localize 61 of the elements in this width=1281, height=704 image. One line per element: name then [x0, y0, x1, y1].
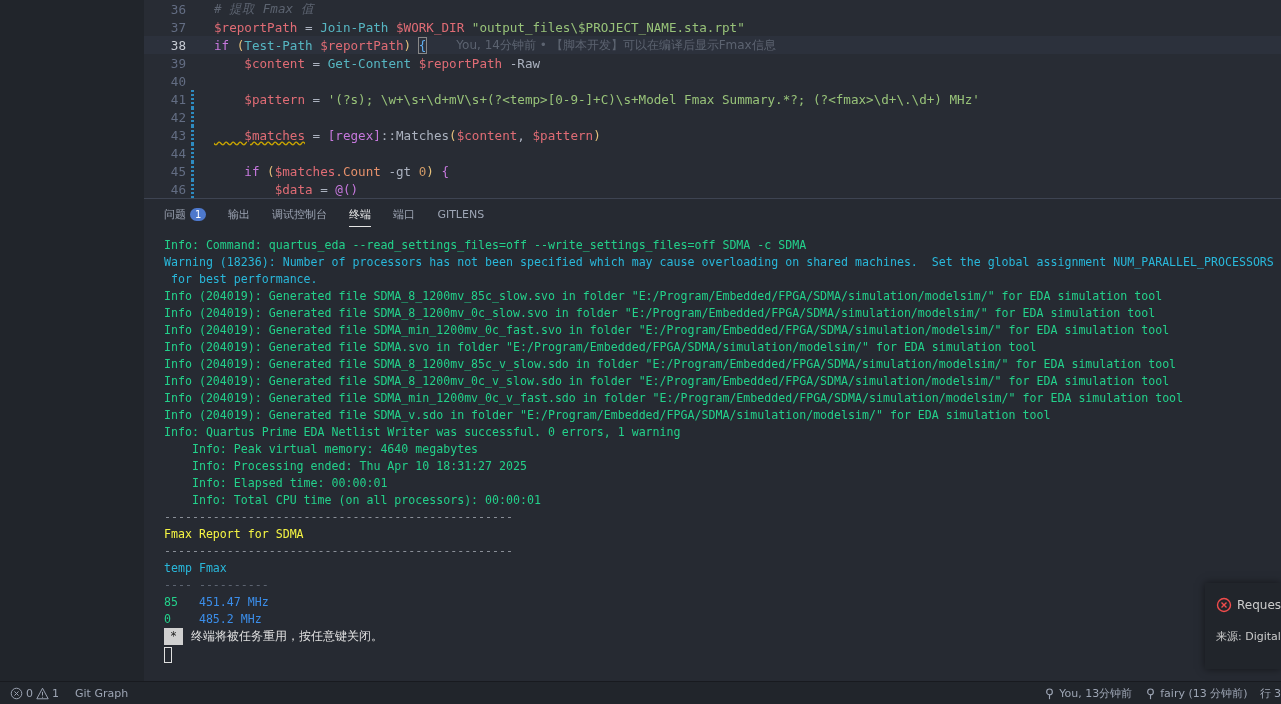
terminal-line: Info: Peak virtual memory: 4640 megabytes: [190, 441, 479, 458]
line-number: 46: [169, 181, 186, 197]
terminal-line: Info: Quartus Prime EDA Netlist Writer was successful. 0 errors, 1 warning: [164, 424, 681, 441]
terminal-line: Warning (18236): Number of processors has not been specified which may cause overloading on shared machines. Set the global assignment NUM_PARALLEL_PROCESSORS: [164, 254, 1274, 271]
code-line: if (Test-Path $reportPath) {: [214, 37, 427, 53]
panel-tab[interactable]: 端口: [393, 207, 416, 227]
warning-icon: [36, 686, 49, 700]
code-line: $pattern = '(?s); \w+\s+\d+mV\s+(?<temp>[0-9-]+C)\s+Model Fmax Summary.*?; (?<fmax>\d+\.\d+) MHz': [243, 91, 980, 107]
cursor-position[interactable]: 行 3: [1253, 685, 1281, 701]
terminal-line: Info: Command: quartus_eda --read_settings_files=off --write_settings_files=off SDMA -c SDMA: [164, 237, 807, 254]
terminal-line: for best performance.: [169, 271, 318, 288]
terminal-line: ---- ----------: [164, 577, 269, 594]
count-badge: 1: [190, 208, 207, 221]
terminal-line: Info: Total CPU time (on all processors): 00:00:01: [190, 492, 541, 509]
code-line: $matches = [regex]::Matches($content, $pattern): [243, 127, 601, 143]
task-marker: *: [164, 628, 183, 645]
line-number: 45: [169, 163, 186, 179]
panel-tab[interactable]: 问题 1: [164, 207, 207, 227]
terminal-line: Info: Processing ended: Thu Apr 10 18:31:27 2025: [190, 458, 527, 475]
terminal-line: 0 485.2 MHz: [164, 611, 262, 628]
notification-source: 来源: Digital: [1216, 629, 1281, 644]
terminal-line: Info (204019): Generated file SDMA_8_1200mv_85c_slow.svo in folder "E:/Program/Embedded/FPGA/SDMA/simulation/modelsim/" for EDA simulation tool: [164, 288, 1163, 305]
terminal-line: Info (204019): Generated file SDMA_min_1200mv_0c_v_fast.sdo in folder "E:/Program/Embedded/FPGA/SDMA/simulation/modelsim/" for EDA simulation tool: [164, 390, 1184, 407]
terminal-cursor: [164, 647, 172, 663]
line-number: 38: [169, 37, 186, 53]
line-number: 40: [169, 73, 186, 89]
code-line: $reportPath = Join-Path $WORK_DIR "output_files\$PROJECT_NAME.sta.rpt": [214, 19, 745, 35]
terminal-line: Info (204019): Generated file SDMA.svo in folder "E:/Program/Embedded/FPGA/SDMA/simulation/modelsim/" for EDA simulation tool: [164, 339, 1037, 356]
panel-tab[interactable]: 输出: [228, 207, 251, 227]
terminal-line: Fmax Report for SDMA: [164, 526, 304, 543]
terminal-line: Info: Elapsed time: 00:00:01: [190, 475, 388, 492]
code-line: $data = @(): [273, 181, 359, 197]
line-number: 39: [169, 55, 186, 71]
line-number: 37: [169, 19, 186, 35]
terminal-line: temp Fmax: [164, 560, 227, 577]
problems-status[interactable]: 0 1: [4, 686, 65, 700]
blame-status[interactable]: You, 13分钟前: [1037, 685, 1139, 701]
line-number: 41: [169, 91, 186, 107]
panel-tab[interactable]: 调试控制台: [272, 207, 328, 227]
terminal-line: 85 451.47 MHz: [164, 594, 269, 611]
code-line: if ($matches.Count -gt 0) {: [243, 163, 450, 179]
panel-tab[interactable]: 终端: [349, 207, 372, 227]
terminal-line: Info (204019): Generated file SDMA_min_1200mv_0c_fast.svo in folder "E:/Program/Embedded/FPGA/SDMA/simulation/modelsim/" for EDA simulation tool: [164, 322, 1170, 339]
terminal-line: Info (204019): Generated file SDMA_8_1200mv_85c_v_slow.sdo in folder "E:/Program/Embedded/FPGA/SDMA/simulation/modelsim/" for EDA simulation tool: [164, 356, 1177, 373]
terminal-line: Info (204019): Generated file SDMA_8_1200mv_0c_v_slow.sdo in folder "E:/Program/Embedded/FPGA/SDMA/simulation/modelsim/" for EDA simulation tool: [164, 373, 1170, 390]
terminal-line: --------------------------------------------------: [164, 543, 513, 560]
author-status[interactable]: fairy (13 分钟前): [1138, 685, 1254, 701]
git-graph-button[interactable]: Git Graph: [69, 686, 135, 700]
terminal-message: 终端将被任务重用，按任意键关闭。: [191, 628, 383, 645]
terminal-line: --------------------------------------------------: [164, 509, 513, 526]
error-icon: [1216, 597, 1232, 613]
panel-tab[interactable]: GITLENS: [437, 207, 485, 227]
error-icon: [10, 686, 23, 700]
line-number: 42: [169, 109, 186, 125]
line-number: 44: [169, 145, 186, 161]
terminal-line: Info (204019): Generated file SDMA_v.sdo in folder "E:/Program/Embedded/FPGA/SDMA/simulation/modelsim/" for EDA simulation tool: [164, 407, 1051, 424]
notification-title: Reques: [1237, 598, 1281, 612]
code-line: $content = Get-Content $reportPath -Raw: [243, 55, 541, 71]
line-number: 36: [169, 1, 186, 17]
terminal-line: Info (204019): Generated file SDMA_8_1200mv_0c_slow.svo in folder "E:/Program/Embedded/FPGA/SDMA/simulation/modelsim/" for EDA simulation tool: [164, 305, 1156, 322]
line-number: 43: [169, 127, 186, 143]
